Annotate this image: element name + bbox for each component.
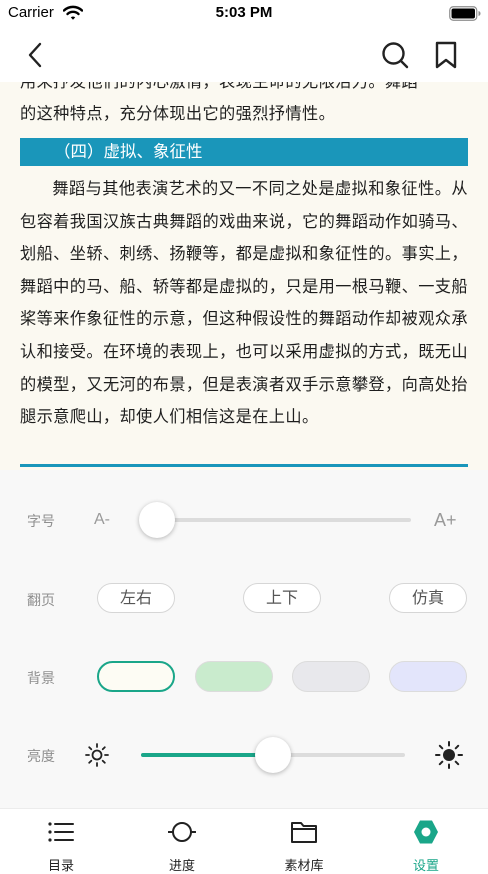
- folder-icon: [291, 822, 317, 843]
- brightness-slider-thumb[interactable]: [255, 737, 291, 773]
- background-swatch-green[interactable]: [195, 661, 273, 692]
- font-increase-button[interactable]: A+: [434, 510, 457, 531]
- font-size-slider[interactable]: [157, 518, 411, 522]
- brightness-low-icon: [85, 743, 109, 767]
- tab-catalog[interactable]: 目录: [11, 809, 111, 874]
- progress-icon: [168, 822, 196, 842]
- page-turn-vertical-button[interactable]: 上下: [243, 583, 321, 613]
- reading-pane[interactable]: 用来抒发他们的内心激情，表现生命的无限活力。舞蹈 的这种特点，充分体现出它的强烈…: [0, 70, 488, 470]
- status-bar: Carrier 5:03 PM: [0, 0, 488, 28]
- search-icon[interactable]: [381, 41, 409, 69]
- section-title: （四）虚拟、象征性: [20, 138, 468, 166]
- tab-progress[interactable]: 进度: [132, 809, 232, 874]
- tab-label-materials: 素材库: [284, 859, 324, 874]
- tab-bar: 目录 进度 素材库 设置: [0, 808, 488, 874]
- page-turn-label: 翻页: [27, 593, 55, 609]
- status-time: 5:03 PM: [215, 4, 273, 21]
- brightness-label: 亮度: [27, 749, 55, 765]
- battery-icon: [449, 6, 481, 21]
- tab-materials[interactable]: 素材库: [254, 809, 354, 874]
- page-turn-horizontal-button[interactable]: 左右: [97, 583, 175, 613]
- tab-settings[interactable]: 设置: [376, 809, 476, 874]
- font-size-slider-thumb[interactable]: [139, 502, 175, 538]
- tab-label-catalog: 目录: [47, 859, 74, 874]
- tab-label-progress: 进度: [168, 859, 195, 874]
- settings-panel: 字号 A- A+ 翻页 左右 上下 仿真 背景 亮度: [0, 470, 488, 808]
- body-paragraph: 舞蹈与其他表演艺术的又一不同之处是虚拟和象征性。从包容着我国汉族古典舞蹈的戏曲来…: [20, 179, 468, 427]
- brightness-slider-fill: [141, 753, 273, 757]
- settings-icon: [414, 820, 438, 844]
- background-label: 背景: [27, 671, 55, 687]
- background-swatch-gray[interactable]: [292, 661, 370, 692]
- background-swatch-lavender[interactable]: [389, 661, 467, 692]
- page-turn-simulation-button[interactable]: 仿真: [389, 583, 467, 613]
- font-decrease-button[interactable]: A-: [94, 511, 110, 529]
- section-divider: [20, 464, 468, 467]
- back-icon[interactable]: [25, 42, 47, 68]
- nav-bar: [0, 28, 488, 82]
- bookmark-icon[interactable]: [433, 41, 459, 69]
- background-swatch-cream[interactable]: [97, 661, 175, 692]
- brightness-high-icon: [435, 741, 463, 769]
- list-icon: [48, 822, 74, 842]
- text-line: 的这种特点，充分体现出它的强烈抒情性。: [20, 104, 336, 123]
- font-size-label: 字号: [27, 514, 55, 530]
- tab-label-settings: 设置: [412, 859, 439, 874]
